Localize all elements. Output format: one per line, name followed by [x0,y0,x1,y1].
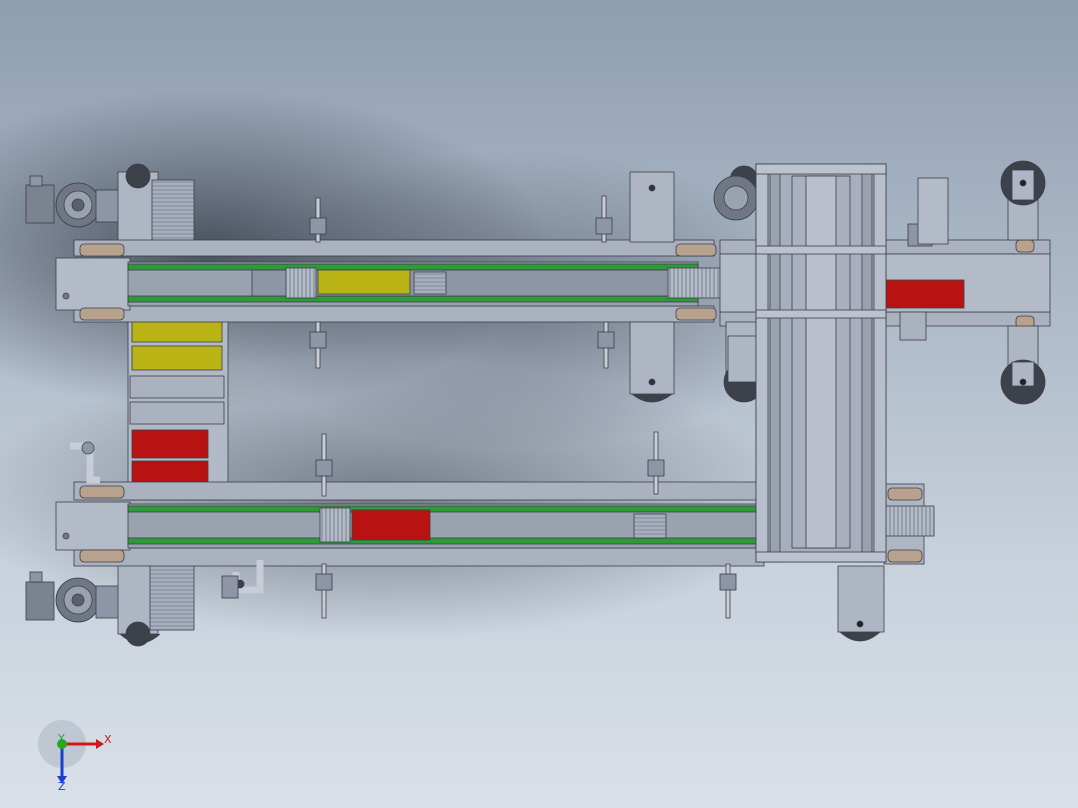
aluminium-gantry [755,163,887,563]
caster-left-bottom [119,633,161,644]
caster-plate-upper-top [629,171,675,243]
conveyor-assembly-drawing[interactable]: X Y Z [0,0,1078,808]
red-label-1 [131,429,209,459]
upper-yellow-block [317,269,411,295]
z-axis-label: Z [58,780,66,793]
lower-red-block [351,509,431,541]
gear-motor-top-left [25,163,195,253]
x-axis-label: X [104,733,112,746]
cad-viewport[interactable]: X Y Z [0,0,1078,808]
yellow-label-2 [131,345,223,371]
coordinate-triad: X Y Z [38,720,112,793]
y-axis-label: Y [57,732,65,745]
transfer-red-block [885,279,965,309]
